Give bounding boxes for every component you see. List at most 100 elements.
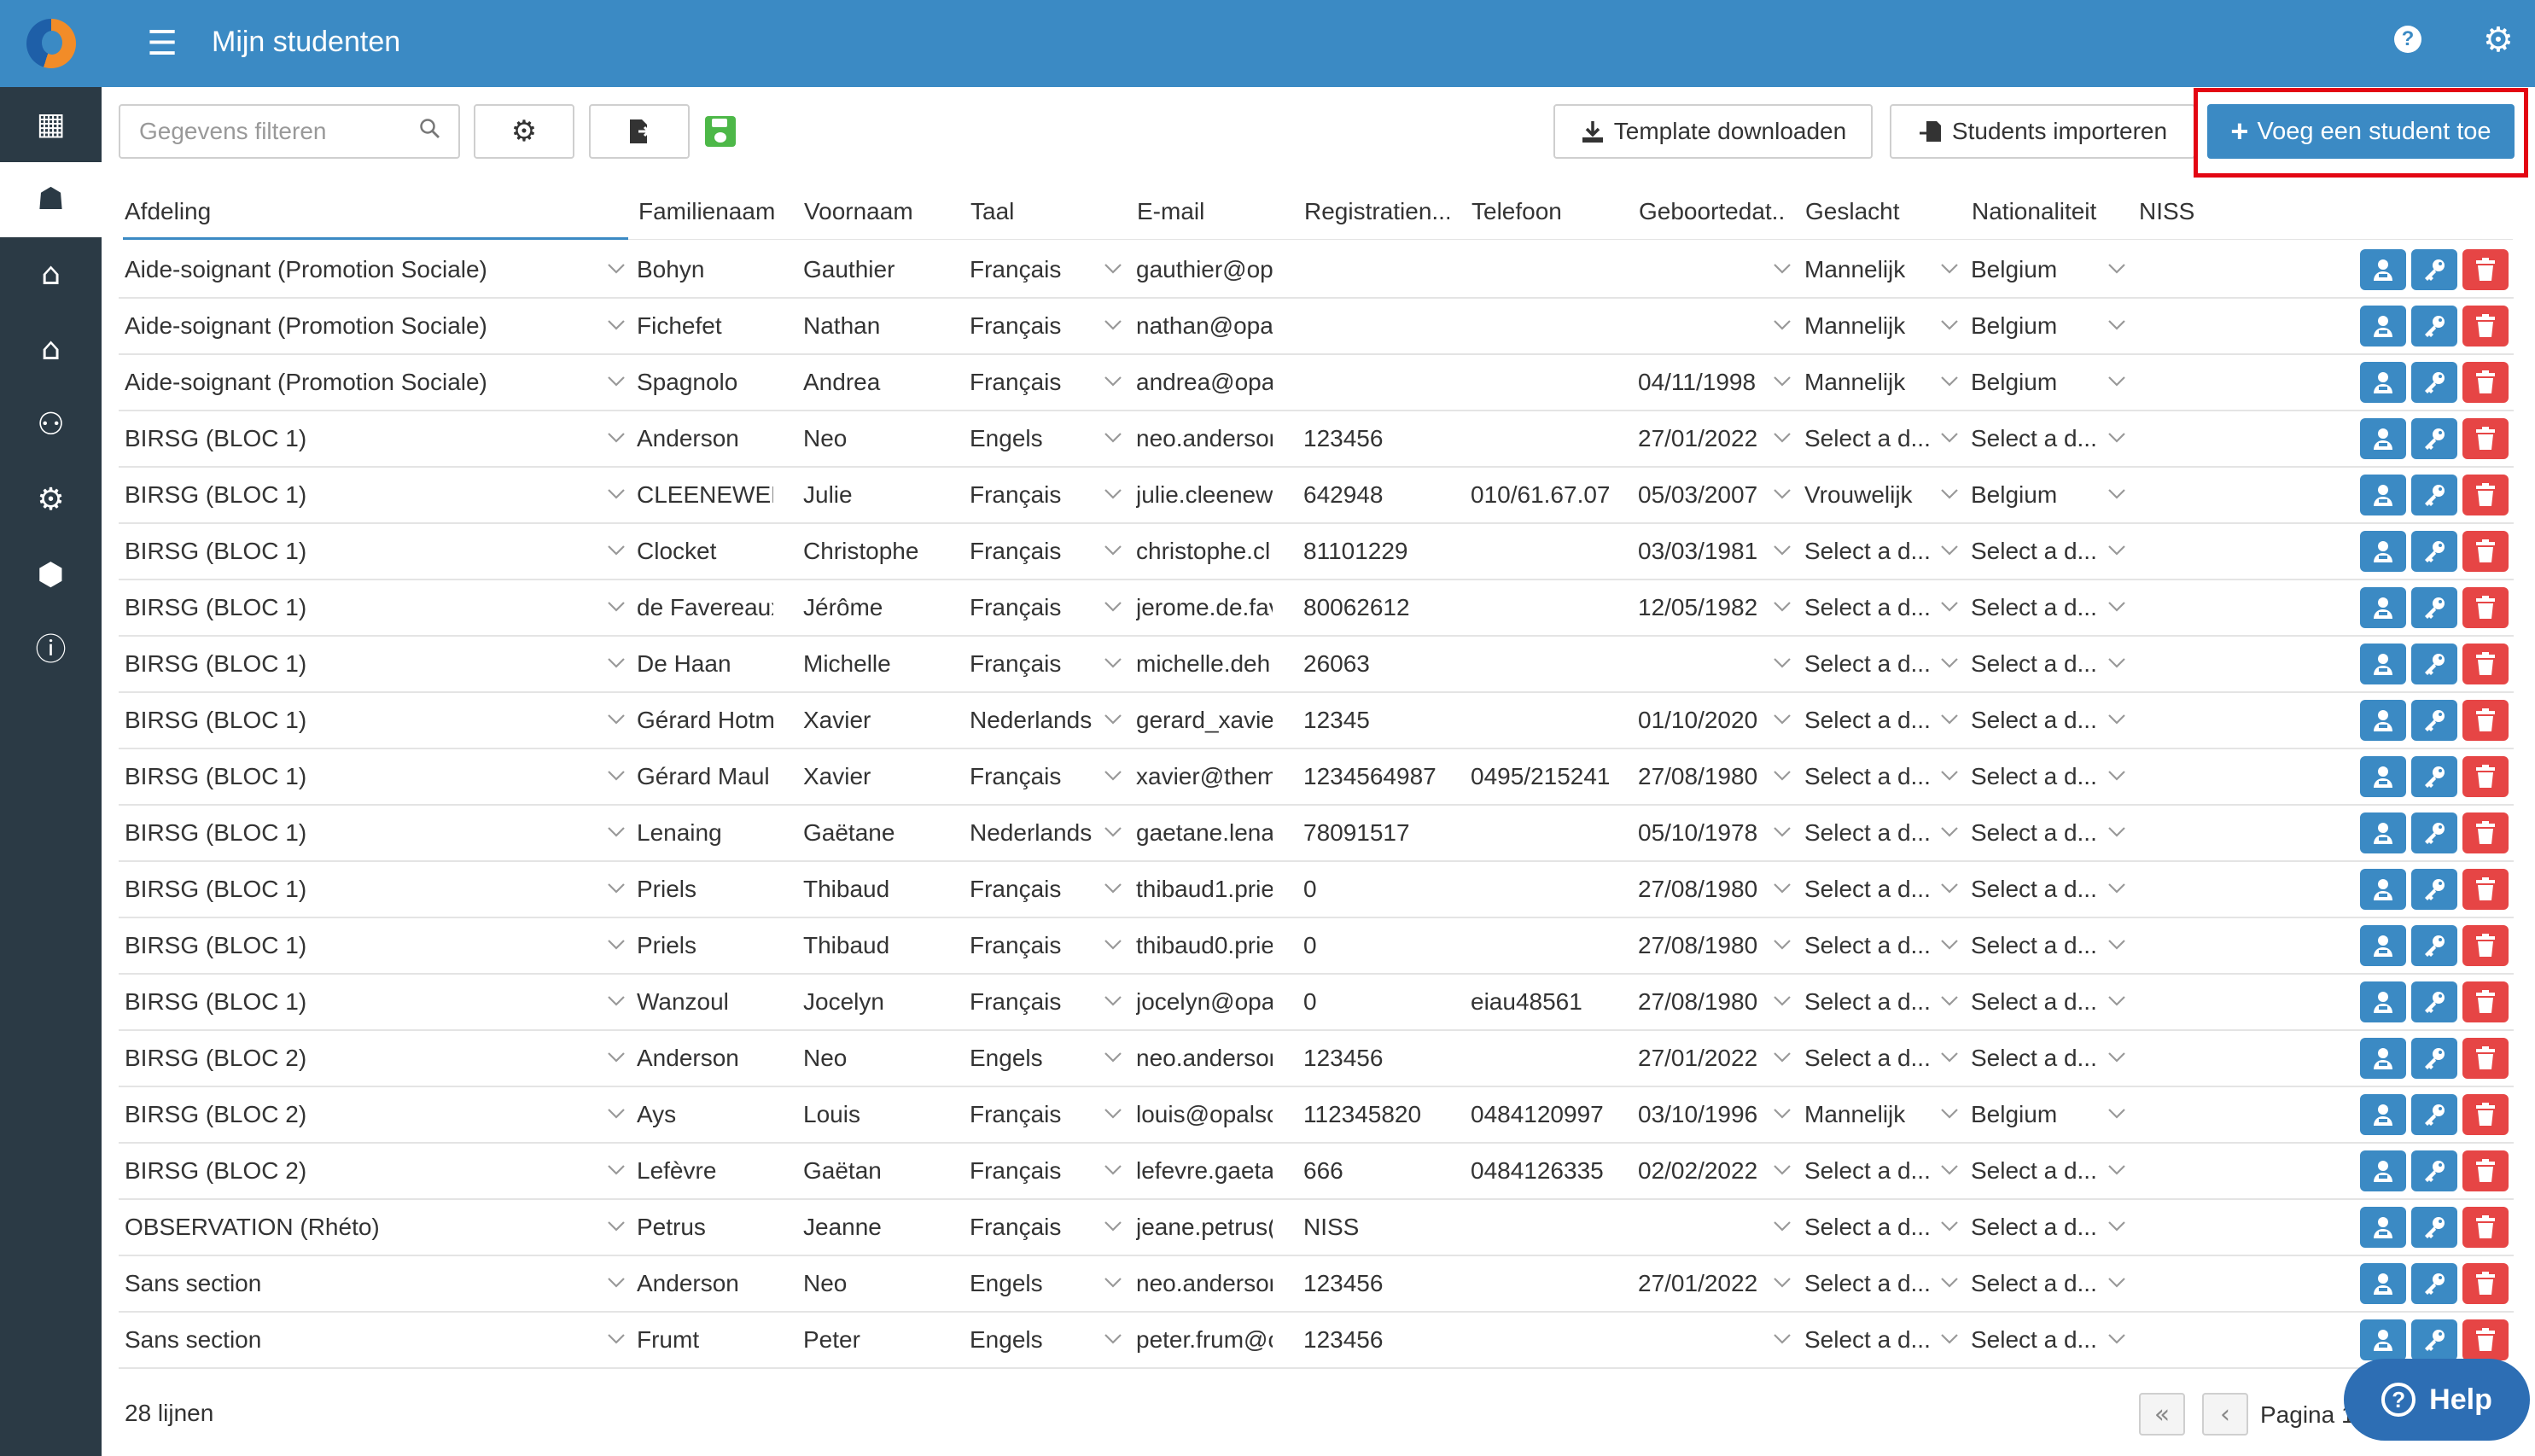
edit-student-button[interactable] (2360, 587, 2406, 628)
sidebar-item-calendar[interactable]: ▦ (0, 87, 102, 162)
chevron-down-icon[interactable] (607, 263, 626, 275)
cell-afdeling[interactable]: BIRSG (BLOC 1) (125, 874, 603, 905)
delete-student-button[interactable] (2462, 1207, 2509, 1248)
cell-geslacht[interactable]: Select a d... (1804, 592, 1941, 623)
edit-student-button[interactable] (2360, 418, 2406, 459)
app-logo[interactable] (0, 0, 102, 87)
cell-nationaliteit[interactable]: Select a d... (1971, 1156, 2107, 1186)
chevron-down-icon[interactable] (607, 1220, 626, 1232)
cell-afdeling[interactable]: BIRSG (BLOC 1) (125, 987, 603, 1017)
reset-password-button[interactable] (2411, 1094, 2457, 1135)
chevron-down-icon[interactable] (607, 826, 626, 838)
cell-geslacht[interactable]: Select a d... (1804, 1212, 1941, 1243)
edit-student-button[interactable] (2360, 1094, 2406, 1135)
chevron-down-icon[interactable] (607, 1164, 626, 1176)
cell-afdeling[interactable]: Aide-soignant (Promotion Sociale) (125, 367, 603, 398)
column-header[interactable]: Familienaam (638, 198, 792, 236)
chevron-down-icon[interactable] (1104, 376, 1122, 387)
reset-password-button[interactable] (2411, 587, 2457, 628)
first-page-button[interactable]: « (2139, 1393, 2185, 1436)
cell-geslacht[interactable]: Select a d... (1804, 536, 1941, 567)
cell-geslacht[interactable]: Select a d... (1804, 987, 1941, 1017)
chevron-down-icon[interactable] (1104, 1108, 1122, 1120)
table-row[interactable]: BIRSG (BLOC 1) Lenaing Gaëtane Nederlands ga… (119, 806, 2514, 862)
edit-student-button[interactable] (2360, 475, 2406, 515)
column-header[interactable]: Afdeling (125, 198, 603, 236)
chevron-down-icon[interactable] (1940, 657, 1959, 669)
cell-nationaliteit[interactable]: Select a d... (1971, 423, 2107, 454)
hamburger-menu-icon[interactable]: ☰ (143, 24, 182, 63)
column-header[interactable]: NISS (2139, 198, 2224, 236)
cell-geslacht[interactable]: Select a d... (1804, 930, 1941, 961)
cell-afdeling[interactable]: Sans section (125, 1325, 603, 1355)
cell-geslacht[interactable]: Mannelijk (1804, 1099, 1941, 1130)
cell-geslacht[interactable]: Select a d... (1804, 1268, 1941, 1299)
chevron-down-icon[interactable] (1104, 995, 1122, 1007)
chevron-down-icon[interactable] (1940, 995, 1959, 1007)
cell-nationaliteit[interactable]: Belgium (1971, 311, 2107, 341)
edit-student-button[interactable] (2360, 1150, 2406, 1191)
reset-password-button[interactable] (2411, 756, 2457, 797)
chevron-down-icon[interactable] (1940, 770, 1959, 782)
cell-nationaliteit[interactable]: Select a d... (1971, 536, 2107, 567)
chevron-down-icon[interactable] (1940, 1051, 1959, 1063)
chevron-down-icon[interactable] (1773, 1164, 1792, 1176)
chevron-down-icon[interactable] (2107, 1164, 2126, 1176)
column-header[interactable]: Voornaam (804, 198, 958, 236)
chevron-down-icon[interactable] (1104, 1333, 1122, 1345)
table-row[interactable]: OBSERVATION (Rhéto) Petrus Jeanne Français j… (119, 1200, 2514, 1256)
edit-student-button[interactable] (2360, 981, 2406, 1022)
sidebar-item-cogs[interactable]: ⚙ (0, 463, 102, 538)
reset-password-button[interactable] (2411, 418, 2457, 459)
cell-taal[interactable]: Engels (970, 1325, 1106, 1355)
chevron-down-icon[interactable] (2107, 1108, 2126, 1120)
chevron-down-icon[interactable] (607, 545, 626, 556)
chevron-down-icon[interactable] (1104, 882, 1122, 894)
cell-taal[interactable]: Français (970, 874, 1106, 905)
edit-student-button[interactable] (2360, 1038, 2406, 1079)
export-button[interactable] (589, 104, 690, 159)
chevron-down-icon[interactable] (2107, 826, 2126, 838)
edit-student-button[interactable] (2360, 1207, 2406, 1248)
chevron-down-icon[interactable] (1104, 432, 1122, 444)
cell-nationaliteit[interactable]: Select a d... (1971, 705, 2107, 736)
chevron-down-icon[interactable] (1773, 1051, 1792, 1063)
column-header[interactable]: Taal (970, 198, 1116, 236)
column-header[interactable]: Registratien... (1304, 198, 1449, 236)
cell-afdeling[interactable]: Aide-soignant (Promotion Sociale) (125, 311, 603, 341)
table-row[interactable]: Sans section Anderson Neo Engels neo.anderso… (119, 1256, 2514, 1313)
chevron-down-icon[interactable] (1104, 713, 1122, 725)
chevron-down-icon[interactable] (2107, 770, 2126, 782)
table-row[interactable]: BIRSG (BLOC 1) CLEENEWER Julie Français juli… (119, 468, 2514, 524)
delete-student-button[interactable] (2462, 1263, 2509, 1304)
chevron-down-icon[interactable] (1940, 1164, 1959, 1176)
chevron-down-icon[interactable] (1104, 1220, 1122, 1232)
table-row[interactable]: BIRSG (BLOC 2) Ays Louis Français louis@opal… (119, 1087, 2514, 1144)
chevron-down-icon[interactable] (607, 432, 626, 444)
chevron-down-icon[interactable] (2107, 545, 2126, 556)
cell-geslacht[interactable]: Select a d... (1804, 874, 1941, 905)
edit-student-button[interactable] (2360, 1263, 2406, 1304)
column-header[interactable]: Nationaliteit (1972, 198, 2117, 236)
cell-nationaliteit[interactable]: Select a d... (1971, 874, 2107, 905)
cell-nationaliteit[interactable]: Belgium (1971, 367, 2107, 398)
sidebar-item-info[interactable]: ⓘ (0, 613, 102, 688)
chevron-down-icon[interactable] (2107, 939, 2126, 951)
cell-taal[interactable]: Français (970, 761, 1106, 792)
chevron-down-icon[interactable] (607, 657, 626, 669)
settings-gear-icon[interactable]: ⚙ (2483, 20, 2514, 60)
edit-student-button[interactable] (2360, 362, 2406, 403)
chevron-down-icon[interactable] (1940, 1108, 1959, 1120)
cell-taal[interactable]: Engels (970, 423, 1106, 454)
cell-taal[interactable]: Français (970, 987, 1106, 1017)
chevron-down-icon[interactable] (2107, 995, 2126, 1007)
cell-nationaliteit[interactable]: Select a d... (1971, 1043, 2107, 1074)
chevron-down-icon[interactable] (607, 319, 626, 331)
edit-student-button[interactable] (2360, 756, 2406, 797)
cell-afdeling[interactable]: BIRSG (BLOC 1) (125, 592, 603, 623)
cell-afdeling[interactable]: BIRSG (BLOC 1) (125, 423, 603, 454)
column-header[interactable]: Geslacht (1805, 198, 1942, 236)
delete-student-button[interactable] (2462, 1319, 2509, 1360)
chevron-down-icon[interactable] (1104, 488, 1122, 500)
sidebar-item-people[interactable]: ⚇ (0, 387, 102, 463)
